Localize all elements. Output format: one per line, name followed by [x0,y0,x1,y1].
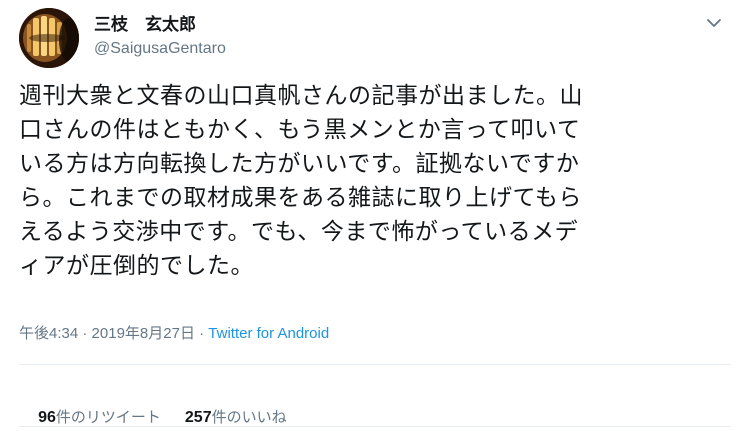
tweet-date[interactable]: 2019年8月27日 [92,325,195,342]
author-display-name[interactable]: 三枝 玄太郎 [94,14,226,36]
tweet-text-line: えるよう交渉中です。でも、今まで怖がっているメデ [19,219,579,245]
avatar[interactable] [19,8,79,68]
tweet-text-line: ィアが圧倒的でした。 [19,253,254,279]
tweet-text-line: ら。これまでの取材成果をある雑誌に取り上げてもら [19,185,582,211]
chevron-down-icon [707,19,721,27]
tweet-source-link[interactable]: Twitter for Android [208,325,329,342]
tweet-card: 三枝 玄太郎 @SaigusaGentaro 週刊大衆と文春の山口真帆さんの記事… [0,0,745,431]
tweet-text-line: 口さんの件はともかく、もう黒メンとか言って叩いて [19,117,581,143]
tweet-text: 週刊大衆と文春の山口真帆さんの記事が出ました。山 口さんの件はともかく、もう黒メ… [19,79,731,283]
tweet-time[interactable]: 午後4:34 [19,325,78,342]
likes-label: 件のいいね [211,408,287,426]
tweet-text-line: いる方は方向転換した方がいいです。証拠ないですか [19,151,580,177]
meta-separator: · [194,325,209,342]
retweets-count: 96 [38,409,56,426]
retweets-label: 件のリツイート [55,408,161,426]
divider [19,426,731,427]
tweet-text-line: 週刊大衆と文春の山口真帆さんの記事が出ました。山 [19,83,583,109]
tweet-menu-button[interactable] [703,12,725,34]
avatar-photo-icon [19,8,79,68]
author-handle[interactable]: @SaigusaGentaro [94,39,226,59]
likes-count: 257 [184,409,212,426]
author-names: 三枝 玄太郎 @SaigusaGentaro [94,14,226,59]
tweet-meta: 午後4:34 · 2019年8月27日 · Twitter for Androi… [19,324,329,344]
divider [19,364,731,365]
meta-separator: · [78,325,92,342]
tweet-header: 三枝 玄太郎 @SaigusaGentaro [19,8,725,68]
tweet-stats: 96件のリツイート 257件のいいね [19,384,311,431]
